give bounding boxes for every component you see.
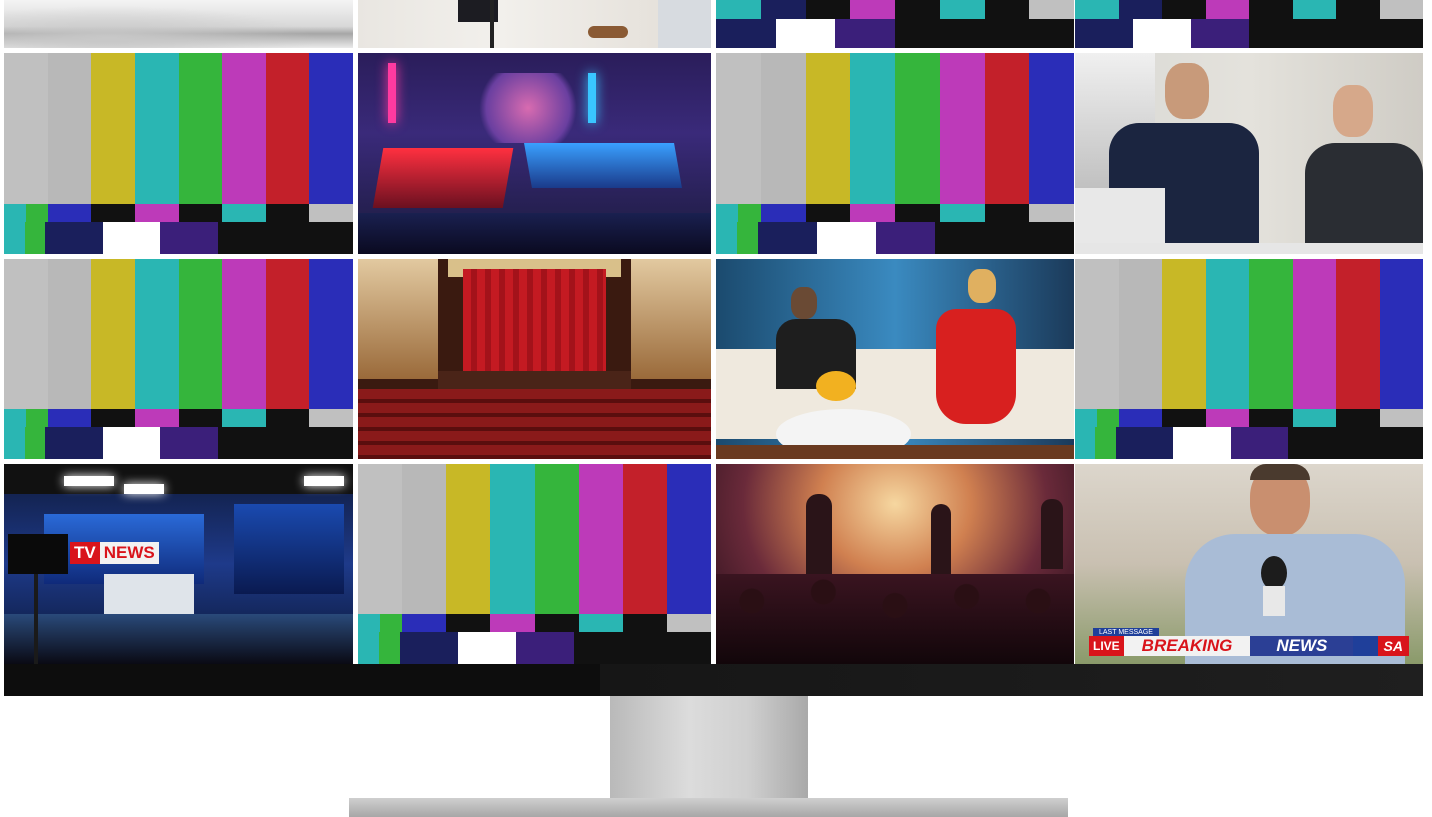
color-bars — [716, 0, 1074, 48]
color-bars — [4, 259, 353, 459]
color-bars — [4, 53, 353, 254]
color-bars-tile[interactable] — [716, 53, 1074, 254]
video-tile-theater[interactable] — [358, 259, 711, 459]
car-detail-image — [4, 0, 353, 48]
breaking-news-banner: LIVE BREAKING NEWS SA — [1089, 636, 1409, 656]
monitor-bezel-shine — [600, 664, 1423, 696]
theater-image — [358, 259, 711, 459]
color-bars — [1075, 0, 1423, 48]
talk-show-image — [716, 259, 1074, 459]
monitor-stand-base — [349, 798, 1068, 817]
monitor-stand-neck — [610, 696, 808, 800]
video-tile-office[interactable] — [358, 0, 711, 48]
color-bars-tile[interactable] — [1075, 0, 1423, 48]
color-bars — [358, 464, 711, 664]
video-tile-news-anchors[interactable] — [1075, 53, 1423, 254]
reporter-image: LAST MESSAGE LIVE BREAKING NEWS SA — [1075, 464, 1423, 664]
video-tile-esports[interactable] — [358, 53, 711, 254]
esports-arena-image — [358, 53, 711, 254]
video-tile-talk-show[interactable] — [716, 259, 1074, 459]
office-image — [358, 0, 711, 48]
tv-news-logo: TV NEWS — [70, 542, 159, 564]
concert-crowd-image — [716, 464, 1074, 664]
news-logo-text: NEWS — [99, 542, 159, 564]
monitor-screen: TV NEWS LAST MESSAGE LIVE BREAKING NEWS … — [4, 0, 1423, 664]
video-tile-tv-news-studio[interactable]: TV NEWS — [4, 464, 353, 664]
video-tile-reporter[interactable]: LAST MESSAGE LIVE BREAKING NEWS SA — [1075, 464, 1423, 664]
color-bars-tile[interactable] — [1075, 259, 1423, 459]
video-tile-concert[interactable] — [716, 464, 1074, 664]
news-anchors-image — [1075, 53, 1423, 254]
color-bars — [1075, 259, 1423, 459]
color-bars — [716, 53, 1074, 254]
color-bars-tile[interactable] — [716, 0, 1074, 48]
color-bars-tile[interactable] — [4, 259, 353, 459]
news-text: NEWS — [1250, 636, 1354, 656]
color-bars-tile[interactable] — [358, 464, 711, 664]
breaking-text: BREAKING — [1123, 636, 1251, 656]
tv-logo-text: TV — [70, 542, 100, 564]
tv-news-studio-image: TV NEWS — [4, 464, 353, 664]
sa-badge: SA — [1377, 636, 1409, 656]
live-badge: LIVE — [1089, 636, 1124, 656]
color-bars-tile[interactable] — [4, 53, 353, 254]
video-tile-car[interactable] — [4, 0, 353, 48]
